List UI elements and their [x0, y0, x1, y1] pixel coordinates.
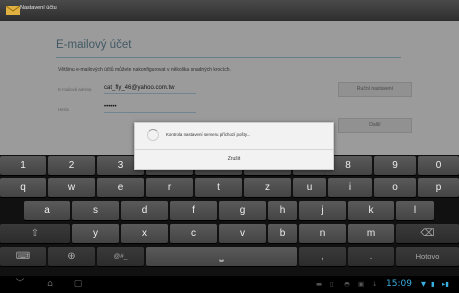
key-g[interactable]: g: [219, 201, 266, 220]
loading-spinner-icon: [147, 129, 159, 141]
key-0[interactable]: 0: [418, 156, 459, 175]
key-9[interactable]: 9: [374, 156, 416, 175]
backspace-key[interactable]: ⌫: [396, 224, 459, 243]
onscreen-keyboard: 1 2 3 4 5 6 7 8 9 0 q w e r t z u i o p …: [0, 155, 459, 276]
key-1[interactable]: 1: [0, 156, 46, 175]
key-v[interactable]: v: [219, 224, 266, 243]
key-z[interactable]: z: [244, 178, 291, 197]
key-t[interactable]: t: [195, 178, 242, 197]
key-i[interactable]: i: [328, 178, 372, 197]
battery-icon: ▮: [431, 280, 435, 288]
android-icon: ◓: [344, 280, 350, 288]
done-key[interactable]: Hotovo: [396, 247, 459, 266]
key-q[interactable]: q: [0, 178, 46, 197]
key-p[interactable]: p: [418, 178, 459, 197]
key-f[interactable]: f: [170, 201, 217, 220]
keyboard-switch-key[interactable]: ⌨: [0, 247, 46, 266]
key-r[interactable]: r: [146, 178, 193, 197]
space-key[interactable]: ⎵: [146, 247, 297, 266]
key-o[interactable]: o: [374, 178, 416, 197]
shift-key[interactable]: ⇧: [0, 224, 70, 243]
sdcard-icon: ▯: [330, 280, 334, 288]
key-n[interactable]: n: [299, 224, 346, 243]
dialog-message: Kontrola nastavení serveru příchozí pošt…: [166, 132, 251, 137]
key-j[interactable]: j: [299, 201, 346, 220]
symbols-key[interactable]: @#_: [97, 247, 144, 266]
key-u[interactable]: u: [293, 178, 326, 197]
key-s[interactable]: s: [72, 201, 119, 220]
key-d[interactable]: d: [121, 201, 168, 220]
email-app-icon: [6, 5, 20, 15]
key-x[interactable]: x: [121, 224, 168, 243]
key-m[interactable]: m: [348, 224, 394, 243]
key-w[interactable]: w: [48, 178, 95, 197]
home-icon[interactable]: ⌂: [40, 276, 60, 293]
wifi-icon: ▼: [421, 280, 426, 288]
image-icon: ▣: [358, 280, 365, 288]
key-y[interactable]: y: [72, 224, 119, 243]
signal-icon: ▸▮: [442, 280, 449, 288]
language-globe-key[interactable]: ⊕: [48, 247, 95, 266]
key-a[interactable]: a: [24, 201, 70, 220]
app-title: Nastavení účtu: [20, 5, 57, 11]
usb-icon: ▬: [316, 280, 323, 288]
system-nav-bar: ﹀ ⌂ ▢ ▬ ▯ ◓ ▣ ↓ 15:09 ▼ ▮ ▸▮: [0, 276, 459, 293]
recent-apps-icon[interactable]: ▢: [68, 276, 88, 293]
download-icon: ↓: [372, 280, 378, 288]
key-2[interactable]: 2: [48, 156, 95, 175]
key-h[interactable]: h: [268, 201, 297, 220]
key-c[interactable]: c: [170, 224, 217, 243]
progress-dialog: Kontrola nastavení serveru příchozí pošt…: [134, 122, 334, 170]
period-key[interactable]: .: [348, 247, 394, 266]
back-icon[interactable]: ﹀: [10, 276, 30, 293]
key-k[interactable]: k: [348, 201, 394, 220]
key-l[interactable]: l: [396, 201, 434, 220]
cancel-button[interactable]: Zrušit: [135, 150, 333, 169]
key-b[interactable]: b: [268, 224, 297, 243]
title-bar: Nastavení účtu: [0, 0, 459, 22]
clock: 15:09: [386, 279, 412, 289]
key-e[interactable]: e: [97, 178, 144, 197]
comma-key[interactable]: ,: [299, 247, 346, 266]
